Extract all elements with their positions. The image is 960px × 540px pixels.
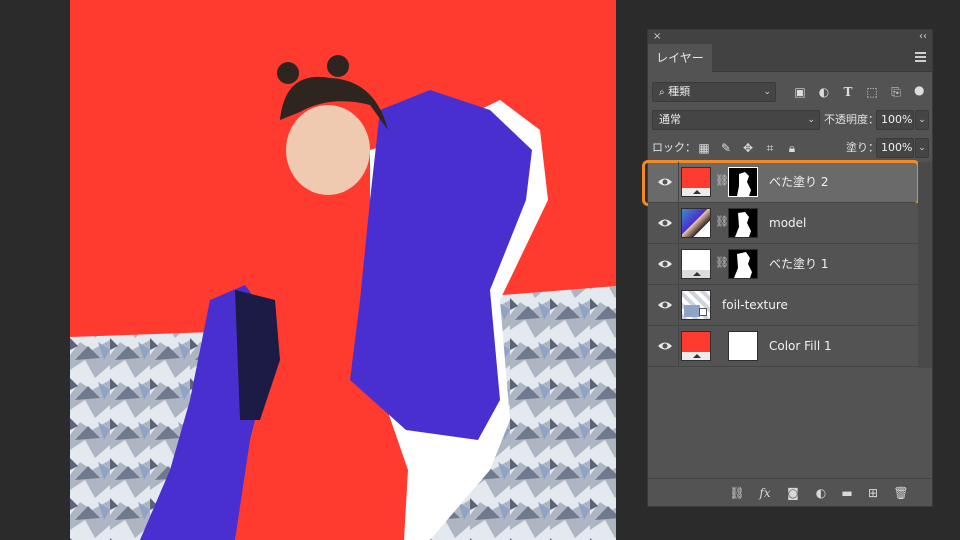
layer-name[interactable]: べた塗り 2 (769, 162, 828, 202)
blend-row: 通常 ⌄ 不透明度： 100% ⌄ (648, 108, 932, 132)
chain-link-icon[interactable]: ⛓ (715, 174, 729, 187)
layer-name[interactable]: model (769, 203, 806, 243)
layers-scrollbar[interactable] (918, 162, 932, 368)
filter-shape-icon[interactable]: ⬚ (864, 84, 880, 100)
blend-mode-dropdown[interactable]: 通常 ⌄ (652, 110, 820, 130)
head-shape (286, 105, 370, 195)
layer-row-fill-2[interactable]: ⛓ べた塗り 2 (642, 160, 920, 206)
panel-titlebar: × ‹‹ (648, 30, 932, 44)
layer-row-model[interactable]: ⛓ model (648, 203, 918, 244)
filter-row: ⌕ 種類 ⌄ ▣ ◐ T ⬚ ⎘ ● (648, 80, 932, 104)
eye-icon[interactable] (657, 216, 673, 230)
collapse-panel-button[interactable]: ‹‹ (919, 30, 927, 44)
filter-pixel-icon[interactable]: ▣ (792, 84, 808, 100)
link-icon[interactable]: ⛓ (728, 484, 746, 502)
chevron-down-icon: ⌄ (763, 87, 771, 97)
composition-artwork (70, 55, 616, 540)
layer-row-color-fill-1[interactable]: Color Fill 1 (648, 326, 918, 367)
mask-icon[interactable]: ◙ (784, 484, 802, 502)
filter-type-icon[interactable]: T (840, 84, 856, 100)
lock-artboard-icon[interactable]: ⌗ (762, 140, 778, 156)
layer-mask-thumbnail[interactable] (728, 167, 758, 197)
layer-row-foil-texture[interactable]: foil-texture (648, 285, 918, 326)
lock-label: ロック： (652, 141, 696, 154)
opacity-slider-button[interactable]: ⌄ (915, 110, 929, 130)
eye-icon[interactable] (657, 257, 673, 271)
lock-paint-icon[interactable]: ✎ (718, 140, 734, 156)
fill-label: 塗り： (846, 141, 879, 154)
layers-bottom-toolbar: ⛓ fx ◙ ◐ ▬ ⊞ 🗑︎ (648, 478, 932, 506)
filter-toggle-icon[interactable]: ● (914, 82, 924, 98)
trash-icon[interactable]: 🗑︎ (892, 484, 910, 502)
lock-transparent-icon[interactable]: ▦ (696, 140, 712, 156)
chain-link-icon[interactable]: ⛓ (715, 215, 729, 228)
new-layer-icon[interactable]: ⊞ (864, 484, 882, 502)
filter-kind-dropdown[interactable]: ⌕ 種類 ⌄ (652, 82, 776, 102)
folder-icon[interactable]: ▬ (838, 484, 856, 502)
lock-position-icon[interactable]: ✥ (740, 140, 756, 156)
layer-mask-thumbnail[interactable] (728, 249, 758, 279)
layer-thumbnail (681, 208, 711, 238)
blend-mode-label: 通常 (659, 113, 681, 126)
layer-row-fill-1[interactable]: ⛓ べた塗り 1 (648, 244, 918, 285)
panel-tab-row: レイヤー (648, 44, 932, 72)
fx-icon[interactable]: fx (756, 484, 774, 502)
layer-name[interactable]: べた塗り 1 (769, 244, 828, 284)
fill-slider-button[interactable]: ⌄ (915, 138, 929, 158)
tab-layers[interactable]: レイヤー (648, 44, 712, 72)
layer-mask-thumbnail[interactable] (728, 208, 758, 238)
adjustment-icon[interactable]: ◐ (812, 484, 830, 502)
layer-mask-thumbnail[interactable] (728, 331, 758, 361)
layers-panel: × ‹‹ レイヤー ⌕ 種類 ⌄ ▣ ◐ T ⬚ ⎘ ● 通常 ⌄ 不透明度： … (642, 29, 933, 507)
fill-input[interactable]: 100% (876, 138, 914, 158)
document-canvas[interactable] (70, 0, 616, 540)
lock-row: ロック： ▦ ✎ ✥ ⌗ 🔒︎ 塗り： 100% ⌄ (648, 136, 932, 160)
filter-smart-object-icon[interactable]: ⎘ (888, 84, 904, 100)
photoshop-workspace: × ‹‹ レイヤー ⌕ 種類 ⌄ ▣ ◐ T ⬚ ⎘ ● 通常 ⌄ 不透明度： … (0, 0, 960, 540)
layer-thumbnail (681, 331, 711, 361)
panel-menu-icon[interactable] (915, 52, 926, 62)
filter-kind-label: 種類 (668, 85, 691, 98)
eye-icon[interactable] (657, 339, 673, 353)
eye-icon[interactable] (657, 175, 673, 189)
layer-thumbnail (681, 249, 711, 279)
filter-adjustment-icon[interactable]: ◐ (816, 84, 832, 100)
layer-thumbnail (681, 290, 711, 320)
close-panel-button[interactable]: × (653, 30, 661, 44)
layer-name[interactable]: Color Fill 1 (769, 326, 832, 366)
eye-icon[interactable] (657, 298, 673, 312)
opacity-label: 不透明度： (824, 113, 879, 126)
opacity-input[interactable]: 100% (876, 110, 914, 130)
layers-list: ⛓ べた塗り 2 ⛓ model ⛓ べた塗り 1 foil-texture C… (642, 160, 920, 367)
chain-link-icon[interactable]: ⛓ (715, 256, 729, 269)
lock-all-icon[interactable]: 🔒︎ (784, 140, 800, 156)
search-icon: ⌕ (659, 87, 665, 98)
chevron-down-icon: ⌄ (807, 115, 815, 125)
layer-name[interactable]: foil-texture (722, 285, 788, 325)
layer-thumbnail (681, 167, 711, 197)
